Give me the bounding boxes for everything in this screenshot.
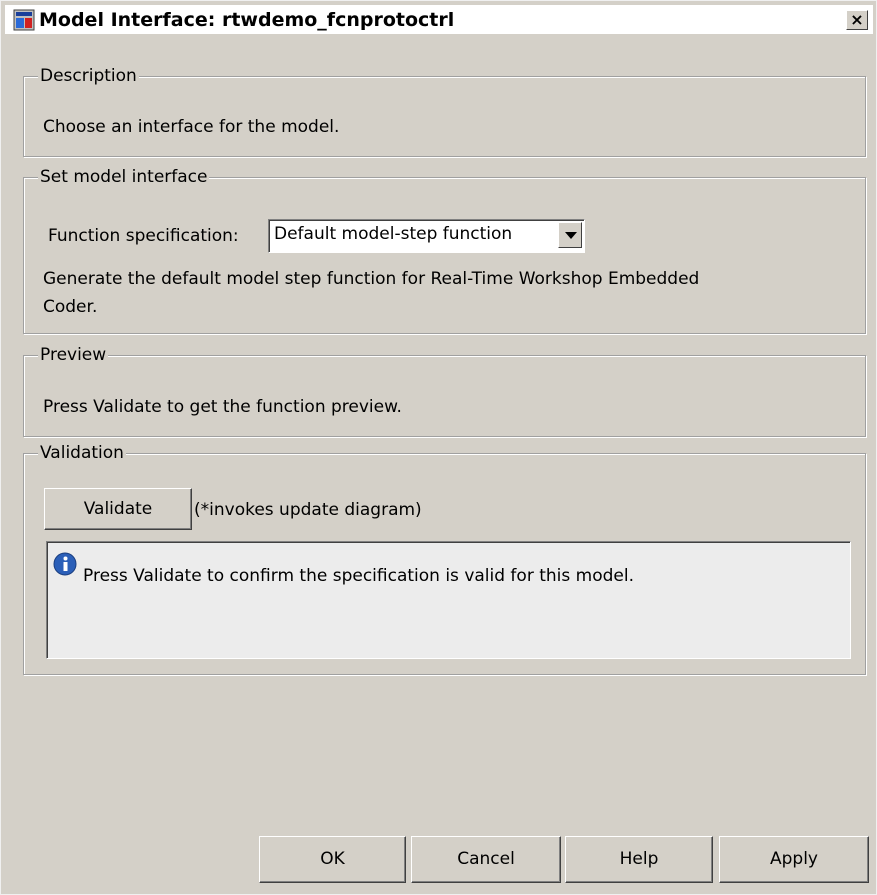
simulink-model-icon — [13, 9, 35, 31]
function-spec-help-line1: Generate the default model step function… — [43, 269, 700, 289]
cancel-button-label: Cancel — [457, 849, 515, 869]
model-interface-dialog: Model Interface: rtwdemo_fcnprotoctrl × … — [0, 0, 877, 895]
ok-button[interactable]: OK — [259, 836, 406, 883]
description-legend: Description — [38, 65, 139, 87]
apply-button-label: Apply — [770, 849, 818, 869]
help-button[interactable]: Help — [565, 836, 713, 883]
description-group: Description Choose an interface for the … — [23, 65, 866, 157]
chevron-down-icon[interactable] — [558, 222, 582, 248]
validate-button[interactable]: Validate — [44, 488, 192, 530]
preview-text: Press Validate to get the function previ… — [43, 397, 402, 417]
ok-button-label: OK — [320, 849, 345, 869]
validation-group: Validation Validate (*invokes update dia… — [23, 442, 866, 675]
info-icon — [53, 552, 77, 576]
apply-button[interactable]: Apply — [719, 836, 869, 883]
function-spec-value: Default model-step function — [274, 224, 513, 244]
close-icon: × — [850, 10, 864, 29]
title-bar[interactable]: Model Interface: rtwdemo_fcnprotoctrl × — [5, 5, 873, 34]
function-spec-label: Function specification: — [48, 226, 239, 246]
validate-note: (*invokes update diagram) — [194, 500, 422, 520]
validation-legend: Validation — [38, 442, 126, 464]
set-model-interface-legend: Set model interface — [38, 166, 210, 188]
set-model-interface-group: Set model interface Function specificati… — [23, 166, 866, 334]
help-button-label: Help — [619, 849, 659, 869]
function-spec-select[interactable]: Default model-step function — [268, 219, 585, 253]
cancel-button[interactable]: Cancel — [411, 836, 561, 883]
window-title: Model Interface: rtwdemo_fcnprotoctrl — [39, 9, 455, 31]
preview-group: Preview Press Validate to get the functi… — [23, 344, 866, 437]
validate-button-label: Validate — [83, 499, 153, 519]
validation-message: Press Validate to confirm the specificat… — [83, 566, 634, 586]
close-button[interactable]: × — [846, 10, 868, 30]
description-text: Choose an interface for the model. — [43, 117, 340, 137]
function-spec-help-line2: Coder. — [43, 297, 98, 317]
validation-message-box: Press Validate to confirm the specificat… — [46, 541, 851, 659]
preview-legend: Preview — [38, 344, 109, 366]
